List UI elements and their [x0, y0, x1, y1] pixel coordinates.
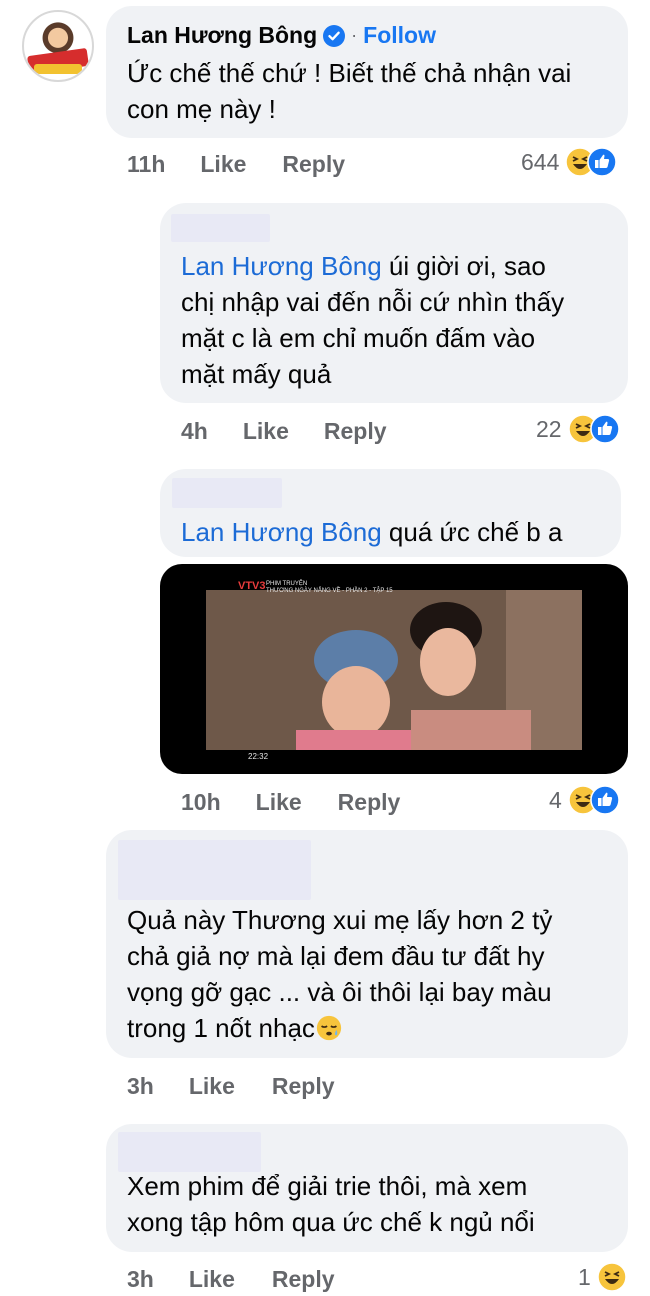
comment-line: con mẹ này !	[127, 94, 276, 124]
comment-line: Xem phim để giải trie thôi, mà xem	[127, 1171, 528, 1201]
reaction-count: 22	[536, 415, 562, 442]
comment-line: Lan Hương Bông quá ức chế b a	[181, 514, 562, 550]
comment-line: chị nhập vai đến nỗi cứ nhìn thấy	[181, 287, 565, 317]
comment-line: mặt mấy quả	[181, 359, 332, 389]
reaction-summary[interactable]: 1	[578, 1262, 627, 1292]
comment-time[interactable]: 3h	[127, 1266, 154, 1293]
comment-line: trong 1 nốt nhạc	[127, 1010, 552, 1046]
reaction-count: 1	[578, 1263, 591, 1290]
comment-line-rest: úi giời ơi, sao	[381, 251, 546, 281]
reaction-summary[interactable]: 4	[549, 785, 620, 815]
separator-dot: ·	[351, 25, 358, 45]
comment-line: vọng gỡ gạc ... và ôi thôi lại bay màu	[127, 977, 552, 1007]
redacted-author-name	[118, 840, 311, 900]
comment-actions: 11h Like Reply	[127, 151, 345, 178]
comment-text: Lan Hương Bông úi giời ơi, sao chị nhập …	[181, 248, 564, 392]
redacted-author-name	[172, 478, 282, 508]
comment-time[interactable]: 10h	[181, 789, 221, 816]
like-button[interactable]: Like	[243, 418, 289, 445]
like-button[interactable]: Like	[189, 1266, 235, 1293]
comment-time[interactable]: 3h	[127, 1073, 154, 1100]
video-scene	[206, 590, 582, 750]
comment-actions: 3h Like Reply	[127, 1266, 335, 1293]
reaction-count: 4	[549, 786, 562, 813]
comment-line: Quả này Thương xui mẹ lấy hơn 2 tỷ	[127, 905, 553, 935]
haha-icon	[597, 1262, 627, 1292]
reply-button[interactable]: Reply	[272, 1266, 335, 1293]
avatar-badge-stripe	[34, 64, 82, 74]
avatar[interactable]	[22, 10, 94, 82]
reply-button[interactable]: Reply	[282, 151, 345, 178]
comment-actions: 10h Like Reply	[181, 789, 400, 816]
video-attachment[interactable]: VTV3 PHIM TRUYỆN THƯƠNG NGÀY NẮNG VỀ - P…	[160, 564, 628, 774]
comment-line: Lan Hương Bông úi giời ơi, sao	[181, 248, 564, 284]
like-icon	[589, 414, 620, 444]
sleepy-face-icon	[315, 1014, 343, 1042]
like-button[interactable]: Like	[200, 151, 246, 178]
reaction-summary[interactable]: 22	[536, 414, 620, 444]
verified-badge-icon	[323, 24, 346, 47]
comment-line: Ức chế thế chứ ! Biết thế chả nhận vai	[127, 58, 572, 88]
video-title: PHIM TRUYỆN THƯƠNG NGÀY NẮNG VỀ - PHẦN 2…	[266, 581, 393, 594]
comment-text: Quả này Thương xui mẹ lấy hơn 2 tỷ chả g…	[127, 902, 552, 1046]
comment-text: Lan Hương Bông quá ức chế b a	[181, 514, 562, 550]
comment-time[interactable]: 11h	[127, 151, 165, 178]
like-button[interactable]: Like	[189, 1073, 235, 1100]
like-icon	[590, 785, 620, 815]
reaction-count: 644	[521, 148, 560, 175]
follow-button[interactable]: Follow	[363, 22, 436, 49]
reply-button[interactable]: Reply	[338, 789, 401, 816]
reply-button[interactable]: Reply	[272, 1073, 335, 1100]
redacted-author-name	[171, 214, 270, 242]
comment-actions: 4h Like Reply	[181, 418, 387, 445]
video-timestamp: 22:32	[248, 752, 269, 761]
author-name[interactable]: Lan Hương Bông	[127, 22, 317, 49]
like-icon	[587, 147, 618, 177]
comment-line: xong tập hôm qua ức chế k ngủ nổi	[127, 1207, 535, 1237]
comment-text: Xem phim để giải trie thôi, mà xem xong …	[127, 1168, 535, 1240]
video-frame	[206, 590, 582, 750]
comment-actions: 3h Like Reply	[127, 1073, 335, 1100]
comment-line: mặt c là em chỉ muốn đấm vào	[181, 323, 536, 353]
mention-link[interactable]: Lan Hương Bông	[181, 251, 382, 281]
comment-time[interactable]: 4h	[181, 418, 208, 445]
reaction-summary[interactable]: 644	[521, 147, 618, 177]
comment-line-rest: quá ức chế b a	[381, 517, 563, 547]
channel-logo: VTV3	[238, 580, 266, 592]
comment-line: chả giả nợ mà lại đem đầu tư đất hy	[127, 941, 545, 971]
mention-link[interactable]: Lan Hương Bông	[181, 517, 382, 547]
redacted-author-name	[118, 1132, 261, 1172]
like-button[interactable]: Like	[256, 789, 302, 816]
comment-text: Ức chế thế chứ ! Biết thế chả nhận vai c…	[127, 55, 571, 127]
comment-author-line: Lan Hương Bông · Follow	[127, 22, 436, 49]
reply-button[interactable]: Reply	[324, 418, 387, 445]
